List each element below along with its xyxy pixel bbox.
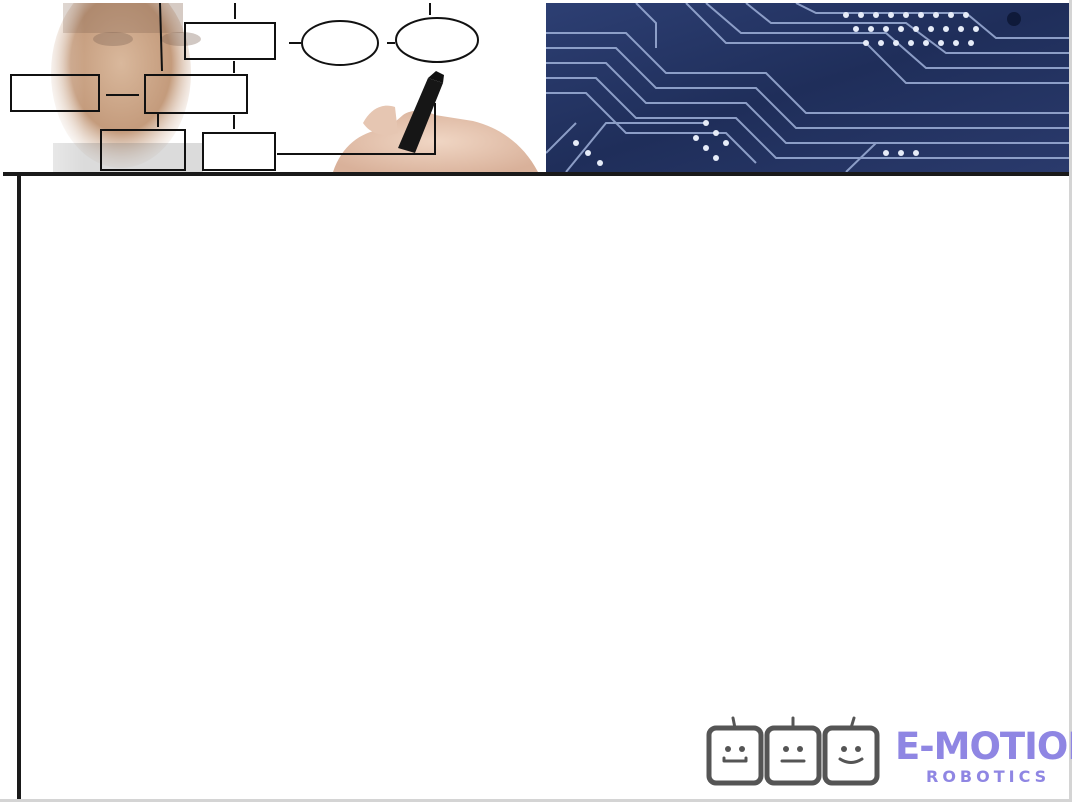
emotion-robotics-logo: E-MOTION ROBOTICS [704, 714, 1072, 792]
header-banner [3, 3, 1069, 172]
left-margin-rule [17, 172, 21, 799]
logo-subtitle: ROBOTICS [926, 767, 1051, 786]
header-divider [3, 172, 1069, 176]
circuit-board-image [546, 3, 1069, 172]
flowchart-drawing-image [3, 3, 545, 172]
logo-title: E-MOTION [895, 725, 1072, 768]
robot-faces-icon [706, 716, 880, 786]
slide: E-MOTION ROBOTICS [0, 0, 1072, 802]
